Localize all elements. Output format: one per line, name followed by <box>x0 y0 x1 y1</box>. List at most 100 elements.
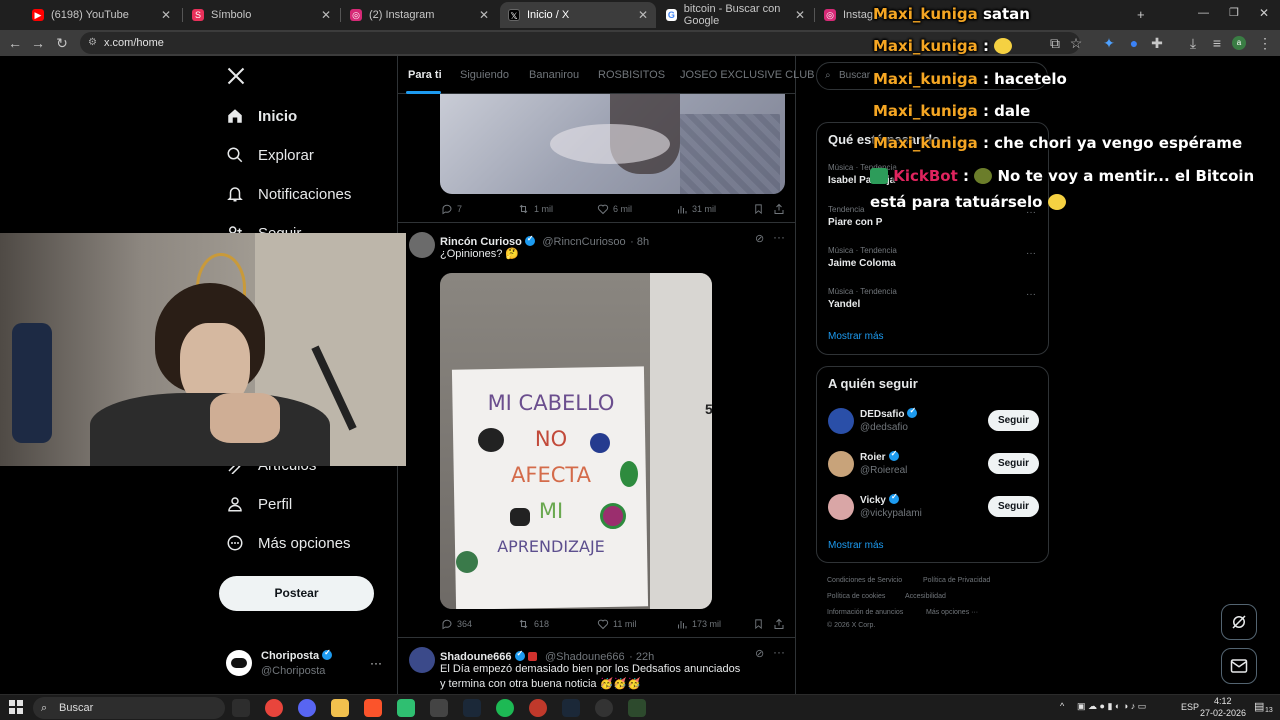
back-arrow-icon[interactable]: ← <box>6 34 24 52</box>
download-icon[interactable]: ⤓ <box>1184 34 1202 52</box>
follow-name[interactable]: Roier <box>860 449 902 463</box>
tab-x-home[interactable]: 𝕏 Inicio / X ✕ <box>500 2 656 28</box>
site-info-icon[interactable]: ⚙ <box>88 32 97 54</box>
tweet-image[interactable]: 5 MI CABELLO NO AFECTA MI APRENDIZAJE <box>440 273 712 609</box>
task-view-icon[interactable] <box>232 699 250 717</box>
file-explorer-icon[interactable] <box>331 699 349 717</box>
tab-for-you[interactable]: Para ti <box>408 69 442 81</box>
tray-chevron-icon[interactable]: ^ <box>1060 701 1064 711</box>
reload-icon[interactable]: ↻ <box>53 34 71 52</box>
tab-list-rosbisitos[interactable]: ROSBISITOS <box>598 69 665 81</box>
tweet-author-handle[interactable]: @RincnCuriosoo <box>542 236 625 248</box>
extensions-puzzle-icon[interactable]: ✚ <box>1148 34 1166 52</box>
settings-gear-icon[interactable] <box>595 699 613 717</box>
obs-icon[interactable] <box>430 699 448 717</box>
views-button[interactable]: 173 mil <box>676 618 721 630</box>
trend-more-icon[interactable]: ··· <box>1026 289 1036 300</box>
trend-name[interactable]: Yandel <box>828 299 860 310</box>
tweet-author-handle[interactable]: @Shadoune666 <box>545 651 625 663</box>
footer-terms-link[interactable]: Condiciones de Servicio <box>827 577 902 584</box>
bookmark-button[interactable] <box>753 618 768 630</box>
close-icon[interactable]: ✕ <box>321 8 331 22</box>
footer-cookies-link[interactable]: Política de cookies <box>827 593 885 600</box>
new-tab-button[interactable]: + <box>1137 7 1145 22</box>
input-language[interactable]: ESP <box>1181 702 1199 712</box>
footer-more-link[interactable]: Más opciones ··· <box>926 609 978 616</box>
clock-date[interactable]: 27-02-2026 <box>1200 708 1246 718</box>
app-icon-2[interactable] <box>628 699 646 717</box>
tab-following[interactable]: Siguiendo <box>460 69 509 81</box>
grok-icon[interactable]: ⊘ <box>755 232 764 245</box>
store-icon[interactable] <box>397 699 415 717</box>
close-icon[interactable]: ✕ <box>161 8 171 22</box>
like-button[interactable]: 11 mil <box>597 618 636 630</box>
follow-button[interactable]: Seguir <box>988 453 1039 474</box>
close-icon[interactable]: ✕ <box>795 8 805 22</box>
window-close-icon[interactable]: ✕ <box>1259 6 1269 20</box>
bookmark-button[interactable] <box>753 203 768 215</box>
messages-button[interactable] <box>1221 648 1257 684</box>
avatar[interactable] <box>409 647 435 673</box>
spotify-icon[interactable] <box>496 699 514 717</box>
tab-youtube[interactable]: ▶ (6198) YouTube ✕ <box>24 2 179 28</box>
tweet-image[interactable] <box>440 94 785 194</box>
post-button[interactable]: Postear <box>219 576 374 611</box>
x-logo-icon[interactable] <box>226 66 246 88</box>
sidebar-item-profile[interactable]: Perfil <box>226 489 292 519</box>
follow-show-more-link[interactable]: Mostrar más <box>828 540 884 551</box>
extension-icon[interactable]: ✦ <box>1100 34 1118 52</box>
install-app-icon[interactable]: ⧉ <box>1046 34 1064 52</box>
tweet-time[interactable]: · 22h <box>629 651 654 663</box>
follow-button[interactable]: Seguir <box>988 496 1039 517</box>
tab-simbolo[interactable]: S Símbolo ✕ <box>184 2 339 28</box>
discord-icon[interactable] <box>298 699 316 717</box>
reply-button[interactable]: 7 <box>441 203 462 215</box>
clock-time[interactable]: 4:12 <box>1214 696 1232 706</box>
windows-start-icon[interactable] <box>9 700 23 714</box>
follow-button[interactable]: Seguir <box>988 410 1039 431</box>
sidebar-item-notifications[interactable]: Notificaciones <box>226 179 351 209</box>
footer-accessibility-link[interactable]: Accesibilidad <box>905 593 946 600</box>
repost-button[interactable]: 618 <box>517 618 549 630</box>
reading-list-icon[interactable]: ≡ <box>1208 34 1226 52</box>
avatar[interactable] <box>828 494 854 520</box>
forward-arrow-icon[interactable]: → <box>29 34 47 52</box>
tab-google[interactable]: G bitcoin - Buscar con Google ✕ <box>658 2 813 28</box>
avatar[interactable] <box>409 232 435 258</box>
repost-button[interactable]: 1 mil <box>517 203 553 215</box>
notification-icon[interactable]: ▤ <box>1254 700 1264 713</box>
follow-handle[interactable]: @vickypalami <box>860 508 922 519</box>
more-options-icon[interactable]: ··· <box>773 230 785 244</box>
tweet-author-name[interactable]: Shadoune666 <box>440 651 512 663</box>
trends-show-more-link[interactable]: Mostrar más <box>828 331 884 342</box>
minimize-icon[interactable]: — <box>1198 7 1209 19</box>
menu-kebab-icon[interactable]: ⋮ <box>1256 34 1274 52</box>
restore-icon[interactable]: ❐ <box>1229 6 1239 19</box>
tray-icons[interactable]: ▣ ☁ ● ▮ ◐ ◑ ♪ ▭ <box>1077 701 1146 712</box>
more-options-icon[interactable]: ··· <box>773 645 785 659</box>
footer-ads-link[interactable]: Información de anuncios <box>827 609 903 616</box>
tab-list-bananirou[interactable]: Bananirou <box>529 69 579 81</box>
sidebar-item-explore[interactable]: Explorar <box>226 140 314 170</box>
follow-name[interactable]: DEDsafio <box>860 406 920 420</box>
follow-handle[interactable]: @Roiereal <box>860 465 907 476</box>
trend-name[interactable]: Piare con P <box>828 217 882 228</box>
sidebar-item-home[interactable]: Inicio <box>226 101 297 131</box>
tab-list-joseo[interactable]: JOSEO EXCLUSIVE CLUB <box>680 69 815 81</box>
avatar[interactable] <box>226 650 252 676</box>
extension-icon-2[interactable]: ● <box>1125 34 1143 52</box>
profile-avatar-icon[interactable]: a <box>1232 36 1246 50</box>
close-icon[interactable]: ✕ <box>479 8 489 22</box>
share-button[interactable] <box>773 203 789 215</box>
follow-name[interactable]: Vicky <box>860 492 902 506</box>
like-button[interactable]: 6 mil <box>597 203 632 215</box>
account-menu-icon[interactable]: ··· <box>370 656 382 670</box>
follow-handle[interactable]: @dedsafio <box>860 422 908 433</box>
steam-icon[interactable] <box>463 699 481 717</box>
steam-icon-2[interactable] <box>562 699 580 717</box>
avatar[interactable] <box>828 451 854 477</box>
avatar[interactable] <box>828 408 854 434</box>
grok-icon[interactable]: ⊘ <box>755 647 764 660</box>
footer-privacy-link[interactable]: Política de Privacidad <box>923 577 990 584</box>
chrome-icon[interactable] <box>265 699 283 717</box>
